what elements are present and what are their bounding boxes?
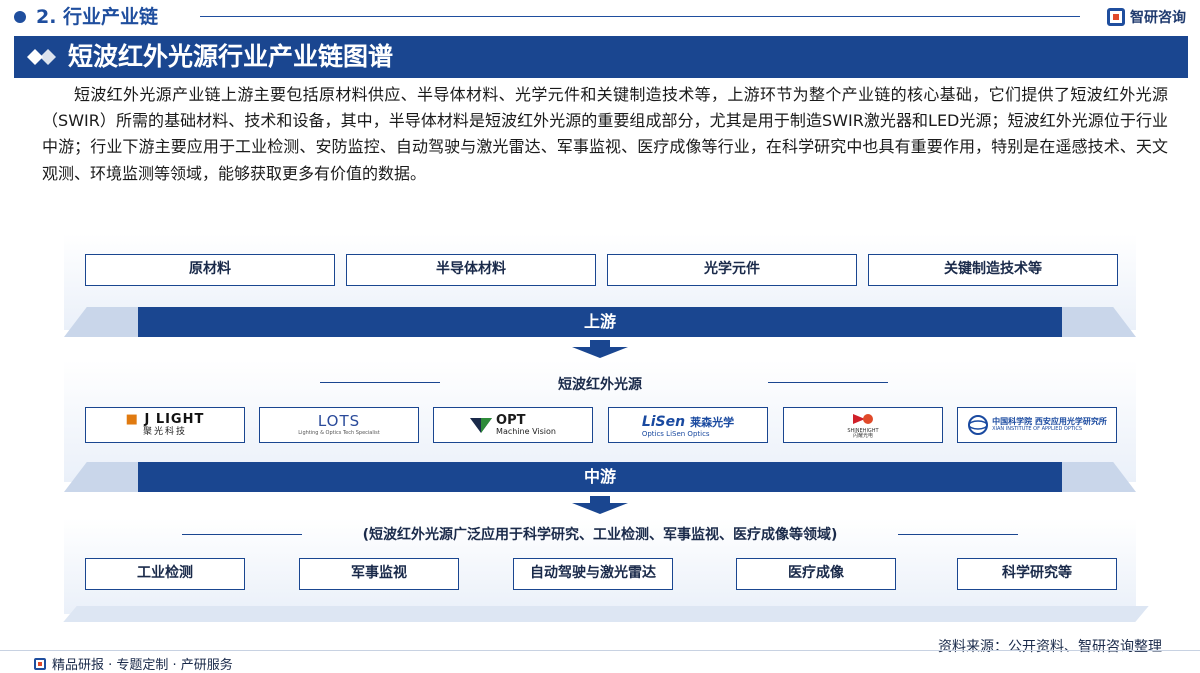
- logo-jlight-name: J LIGHT: [144, 412, 205, 427]
- company-logo-opt: OPT Machine Vision: [433, 407, 593, 443]
- section-title: 2. 行业产业链: [36, 6, 159, 28]
- down-arrow-icon: [572, 340, 628, 358]
- midstream-title-line-right: [768, 382, 888, 383]
- downstream-title-line-right: [898, 534, 1018, 535]
- logo-xiop-sub: XIAN INSTITUTE OF APPLIED OPTICS: [992, 425, 1083, 432]
- page-title: 短波红外光源行业产业链图谱: [68, 42, 394, 71]
- company-logo-xiop: 中国科学院 西安应用光学研究所 XIAN INSTITUTE OF APPLIE…: [957, 407, 1117, 443]
- company-logo-shinehight: SHINEHIGHT 闪耀光电: [783, 407, 943, 443]
- logo-lots-name: LOTS: [317, 412, 361, 430]
- downstream-item-industrial-inspection: 工业检测: [85, 558, 245, 590]
- downstream-panel-base: [63, 606, 1149, 622]
- upstream-item-semiconductor: 半导体材料: [346, 254, 596, 286]
- upstream-bar: 上游: [138, 307, 1062, 337]
- downstream-item-military: 军事监视: [299, 558, 459, 590]
- diamond-icon: [27, 49, 56, 65]
- company-logo-jlight: ■ J LIGHT 聚光科技: [85, 407, 245, 443]
- downstream-item-research: 科学研究等: [957, 558, 1117, 590]
- brand-logo: 智研咨询: [1107, 6, 1186, 28]
- logo-lisen-name: LiSen: [641, 413, 686, 430]
- shinehight-mark-icon: [852, 413, 873, 424]
- footer-brand-icon: [34, 657, 46, 670]
- xiop-globe-icon: [968, 415, 989, 435]
- midstream-bar: 中游: [138, 462, 1062, 492]
- intro-paragraph: 短波红外光源产业链上游主要包括原材料供应、半导体材料、光学元件和关键制造技术等，…: [42, 85, 1168, 183]
- logo-shinehight-sub: 闪耀光电: [852, 432, 873, 439]
- company-logo-lots: LOTS Lighting & Optics Tech Specialist: [259, 407, 419, 443]
- logo-lisen-sub: Optics LiSen Optics: [641, 429, 710, 438]
- company-logo-lisen: LiSen 莱森光学 Optics LiSen Optics: [608, 407, 768, 443]
- footer-divider: [0, 650, 1200, 651]
- title-banner: 短波红外光源行业产业链图谱: [14, 36, 1188, 78]
- upstream-item-raw-materials: 原材料: [85, 254, 335, 286]
- logo-opt-name: OPT: [496, 413, 526, 428]
- upstream-item-manufacturing: 关键制造技术等: [868, 254, 1118, 286]
- midstream-title: 短波红外光源: [558, 377, 642, 393]
- downstream-item-medical-imaging: 医疗成像: [736, 558, 896, 590]
- section-header: 2. 行业产业链 智研咨询: [0, 0, 1200, 34]
- logo-lisen-cn: 莱森光学: [690, 415, 735, 429]
- upstream-item-optics: 光学元件: [607, 254, 857, 286]
- divider: [200, 16, 1080, 17]
- opt-triangle-icon: [470, 418, 493, 433]
- logo-lots-sub: Lighting & Optics Tech Specialist: [298, 430, 380, 436]
- downstream-item-autonomous-lidar: 自动驾驶与激光雷达: [513, 558, 673, 590]
- logo-jlight-sub: 聚光科技: [142, 427, 187, 437]
- downstream-title: (短波红外光源广泛应用于科学研究、工业检测、军事监视、医疗成像等领域): [362, 527, 838, 543]
- bullet-dot-icon: [14, 11, 26, 23]
- logo-opt-sub: Machine Vision: [496, 427, 556, 436]
- down-arrow-icon: [572, 496, 628, 514]
- brand-mark-icon: [1107, 8, 1125, 26]
- source-note: 资料来源：公开资料、智研咨询整理: [938, 639, 1162, 655]
- footer-text: 精品研报 · 专题定制 · 产研服务: [52, 658, 233, 673]
- footer: 精品研报 · 专题定制 · 产研服务: [34, 654, 233, 673]
- brand-name: 智研咨询: [1130, 10, 1186, 26]
